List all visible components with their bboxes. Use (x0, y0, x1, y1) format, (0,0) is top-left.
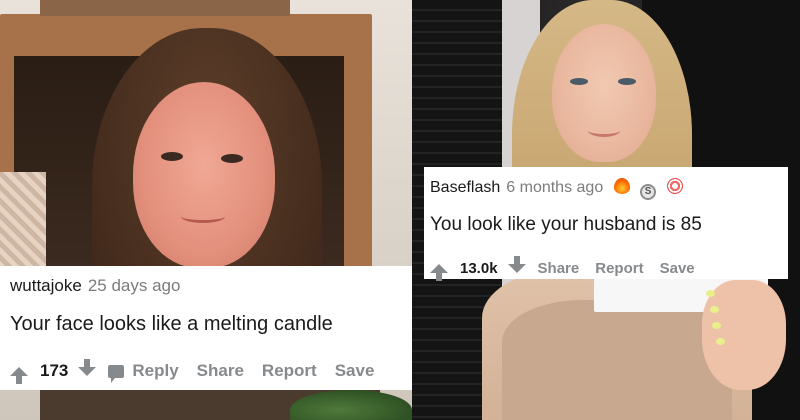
save-button[interactable]: Save (660, 260, 695, 277)
share-button[interactable]: Share (197, 361, 244, 381)
photo-mouth (181, 210, 225, 223)
comment-username[interactable]: Baseflash (430, 179, 500, 196)
photo-basket (0, 172, 46, 268)
silver-award-icon[interactable]: S (640, 184, 657, 200)
photo-person-hand (702, 280, 786, 390)
comment-meta: Baseflash 6 months ago S (430, 178, 683, 200)
comment-timestamp: 6 months ago (506, 179, 604, 196)
comment-text: Your face looks like a melting candle (10, 313, 333, 335)
comment-card-left: wuttajoke 25 days ago Your face looks lik… (0, 266, 412, 390)
reply-button[interactable]: Reply (132, 361, 178, 381)
comment-card-right: Baseflash 6 months ago S You look like yo… (424, 167, 788, 281)
comment-username[interactable]: wuttajoke (10, 276, 82, 295)
reply-bubble-icon[interactable] (108, 364, 125, 383)
share-button[interactable]: Share (538, 260, 580, 277)
photo-mouth (588, 124, 620, 137)
comment-timestamp: 25 days ago (87, 276, 181, 295)
photo-person-top (502, 300, 732, 420)
photo-shelf (40, 0, 290, 16)
photo-person-face (552, 24, 656, 162)
photo-nail (716, 338, 725, 345)
downvote-arrow-icon[interactable] (507, 255, 526, 273)
photo-eye (161, 152, 183, 161)
photo-eye (618, 78, 636, 85)
right-photo-panel: Baseflash 6 months ago S You look like yo… (412, 0, 800, 420)
comment-actions: 173 Reply Share Report Save (10, 358, 392, 384)
comment-actions: 13.0k Share Report Save (430, 255, 711, 281)
left-photo-panel: wuttajoke 25 days ago Your face looks lik… (0, 0, 412, 420)
photo-eye (221, 154, 243, 163)
upvote-arrow-icon[interactable] (430, 263, 448, 281)
save-button[interactable]: Save (335, 361, 375, 381)
fire-award-icon[interactable] (613, 178, 630, 194)
report-button[interactable]: Report (262, 361, 317, 381)
upvote-arrow-icon[interactable] (10, 366, 28, 384)
photo-nail (710, 306, 719, 313)
comment-text: You look like your husband is 85 (430, 214, 702, 235)
flower-award-icon[interactable] (666, 178, 683, 194)
comment-meta: wuttajoke 25 days ago (10, 276, 180, 296)
report-button[interactable]: Report (595, 260, 643, 277)
photo-person-face (133, 82, 275, 268)
vote-score: 13.0k (460, 259, 498, 277)
photo-eye (570, 78, 588, 85)
photo-nail (712, 322, 721, 329)
downvote-arrow-icon[interactable] (78, 358, 97, 376)
photo-nail (706, 290, 715, 297)
vote-score: 173 (40, 361, 69, 380)
